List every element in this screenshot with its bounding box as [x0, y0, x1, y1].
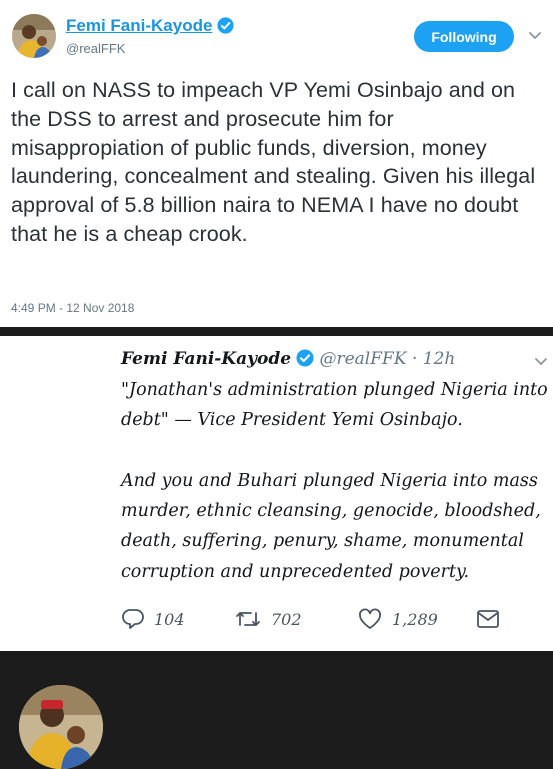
avatar[interactable]	[12, 14, 56, 58]
message-button[interactable]	[475, 608, 510, 630]
following-button[interactable]: Following	[414, 21, 514, 52]
verified-badge-icon	[217, 17, 234, 39]
verified-badge-icon	[296, 349, 314, 372]
tweet-text: "Jonathan's administration plunged Niger…	[121, 380, 548, 582]
retweet-button[interactable]: 702	[234, 608, 302, 630]
avatar[interactable]	[19, 685, 103, 769]
tweet-text: I call on NASS to impeach VP Yemi Osinba…	[11, 78, 536, 246]
author-handle[interactable]: @realFFK	[319, 349, 406, 369]
reply-count: 104	[154, 609, 185, 629]
chevron-down-icon[interactable]	[528, 28, 542, 46]
author-name[interactable]: Femi Fani-Kayode	[66, 16, 234, 39]
author-name[interactable]: Femi Fani-Kayode	[121, 349, 291, 369]
author-name-text[interactable]: Femi Fani-Kayode	[66, 16, 212, 35]
chevron-down-icon[interactable]	[534, 354, 548, 372]
tweet-card-top: Femi Fani-Kayode @realFFK Following I ca…	[0, 0, 553, 327]
like-button[interactable]: 1,289	[357, 608, 438, 630]
tweet-age[interactable]: 12h	[423, 349, 456, 369]
author-handle: @realFFK	[66, 41, 126, 56]
retweet-icon	[236, 612, 260, 626]
message-icon	[477, 610, 499, 628]
reply-icon	[122, 609, 144, 629]
retweet-count: 702	[271, 609, 302, 629]
tweet-card-bottom: Femi Fani-Kayode @realFFK · 12h "Jonatha…	[0, 336, 553, 769]
like-icon	[359, 608, 381, 629]
separator-dot: ·	[411, 349, 418, 369]
tweet-header: Femi Fani-Kayode @realFFK · 12h	[121, 349, 455, 372]
tweet-timestamp[interactable]: 4:49 PM - 12 Nov 2018	[11, 301, 134, 315]
reply-button[interactable]: 104	[121, 608, 185, 630]
like-count: 1,289	[392, 609, 438, 629]
tweet-actions: 104 702 1,289	[121, 608, 541, 638]
